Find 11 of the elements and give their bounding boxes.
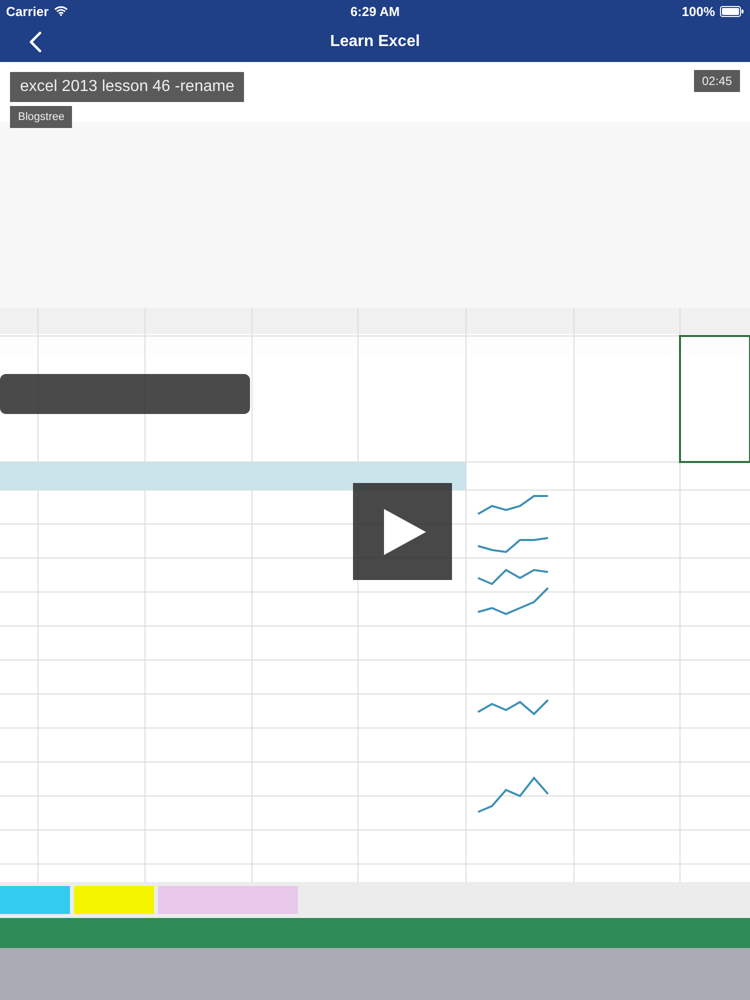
video-title: excel 2013 lesson 46 -rename	[10, 72, 244, 102]
battery-icon	[720, 6, 744, 16]
back-icon	[28, 31, 42, 53]
status-time: 6:29 AM	[350, 4, 400, 18]
channel-label: Blogstree	[10, 106, 72, 128]
nav-title: Learn Excel	[330, 33, 420, 51]
play-button[interactable]	[353, 483, 452, 580]
battery-percent: 100%	[682, 4, 715, 18]
carrier-label: Carrier	[6, 4, 49, 18]
video-duration: 02:45	[694, 70, 740, 92]
wifi-icon	[54, 6, 68, 16]
